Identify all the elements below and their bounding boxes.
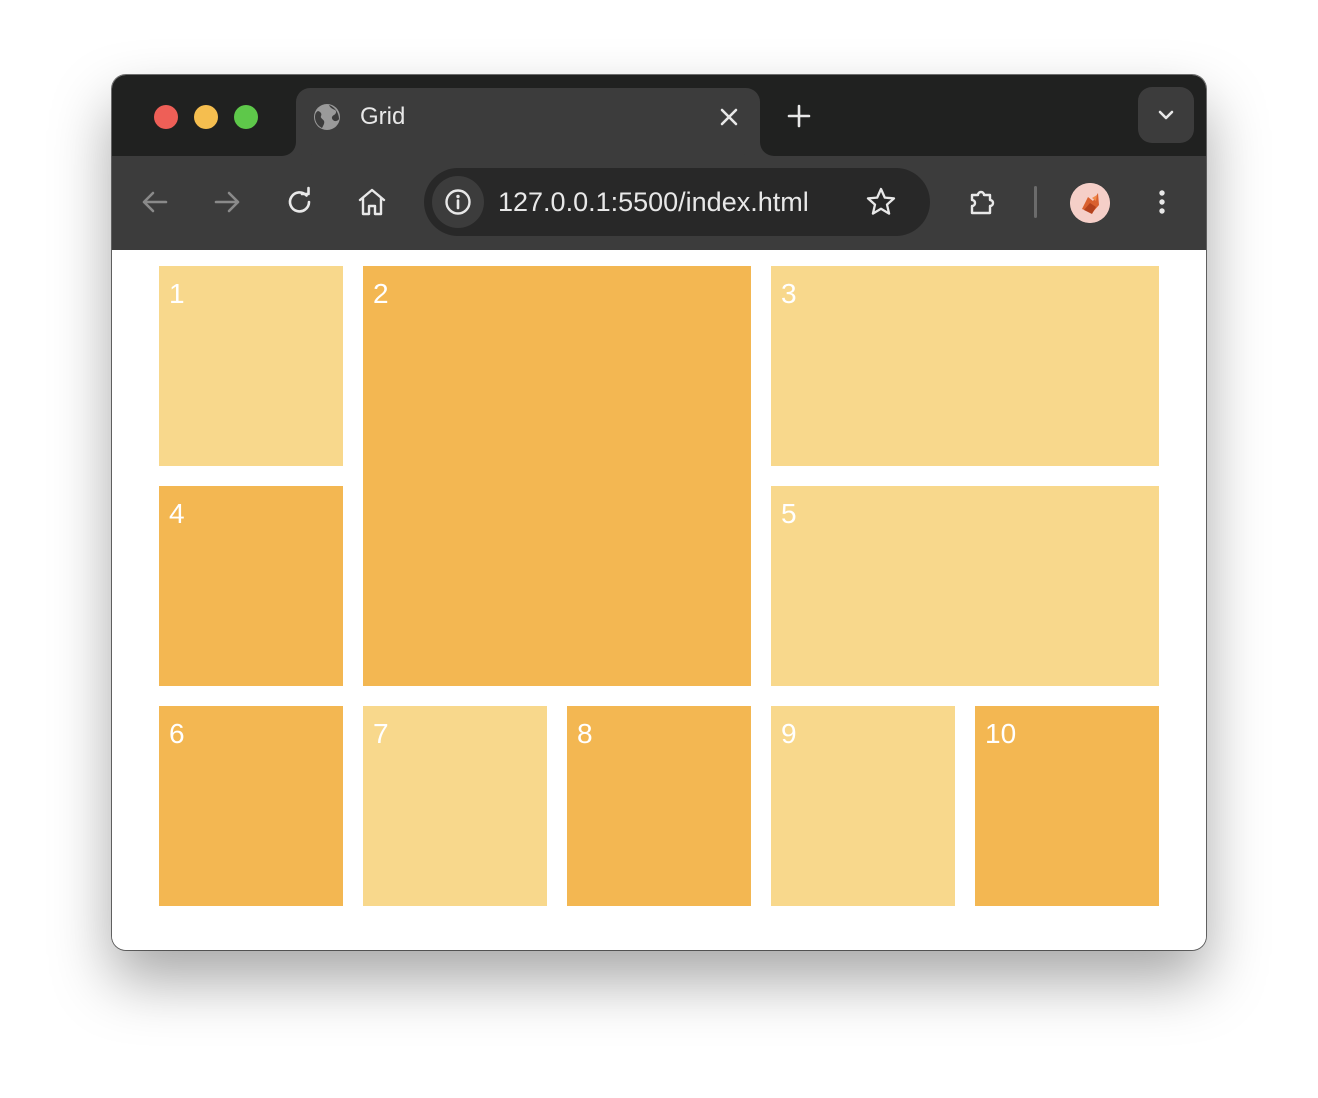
home-icon[interactable] xyxy=(355,185,389,219)
tab-strip: Grid xyxy=(112,75,1206,156)
grid-item-8: 8 xyxy=(567,706,751,906)
grid-item-6: 6 xyxy=(159,706,343,906)
page-viewport: 1 2 3 4 5 6 7 8 9 10 xyxy=(112,250,1206,950)
grid-item-10: 10 xyxy=(975,706,1159,906)
grid-item-label: 5 xyxy=(781,498,797,529)
grid-item-label: 6 xyxy=(169,718,185,749)
grid-item-label: 8 xyxy=(577,718,593,749)
avatar[interactable] xyxy=(1070,183,1110,223)
close-icon[interactable] xyxy=(714,102,744,132)
puzzle-icon[interactable] xyxy=(966,185,1000,219)
chevron-down-icon xyxy=(1158,110,1174,120)
grid-item-7: 7 xyxy=(363,706,547,906)
grid-item-1: 1 xyxy=(159,266,343,466)
url-text[interactable]: 127.0.0.1:5500/index.html xyxy=(498,187,809,217)
site-info-button[interactable] xyxy=(432,176,484,228)
tab-search-button[interactable] xyxy=(1138,87,1194,143)
browser-toolbar: 127.0.0.1:5500/index.html xyxy=(112,156,1206,250)
grid-item-label: 1 xyxy=(169,278,185,309)
reload-icon[interactable] xyxy=(283,185,317,219)
grid-item-label: 2 xyxy=(373,278,389,309)
window-close-button[interactable] xyxy=(154,105,178,129)
grid-item-3: 3 xyxy=(771,266,1159,466)
kebab-menu-icon[interactable] xyxy=(1145,185,1179,219)
browser-window: Grid 127.0.0.1:5500/index.html 1 2 3 4 5… xyxy=(112,75,1206,950)
grid-item-label: 9 xyxy=(781,718,797,749)
arrow-left-icon[interactable] xyxy=(138,185,172,219)
tab-title: Grid xyxy=(360,103,406,130)
profile-picture xyxy=(1070,183,1110,223)
grid-item-2: 2 xyxy=(363,266,751,686)
globe-icon xyxy=(314,104,340,130)
grid-item-label: 3 xyxy=(781,278,797,309)
grid-item-label: 7 xyxy=(373,718,389,749)
window-zoom-button[interactable] xyxy=(234,105,258,129)
grid-container: 1 2 3 4 5 6 7 8 9 10 xyxy=(159,266,1159,906)
grid-item-label: 4 xyxy=(169,498,185,529)
tab-grid[interactable]: Grid xyxy=(296,88,760,156)
toolbar-separator xyxy=(1034,186,1037,218)
grid-item-4: 4 xyxy=(159,486,343,686)
info-icon xyxy=(445,189,471,215)
plus-icon[interactable] xyxy=(784,101,814,131)
grid-item-5: 5 xyxy=(771,486,1159,686)
address-bar[interactable]: 127.0.0.1:5500/index.html xyxy=(424,168,930,236)
arrow-right-icon[interactable] xyxy=(210,185,244,219)
grid-item-label: 10 xyxy=(985,718,1017,749)
window-minimize-button[interactable] xyxy=(194,105,218,129)
star-icon[interactable] xyxy=(864,185,898,219)
grid-item-9: 9 xyxy=(771,706,955,906)
